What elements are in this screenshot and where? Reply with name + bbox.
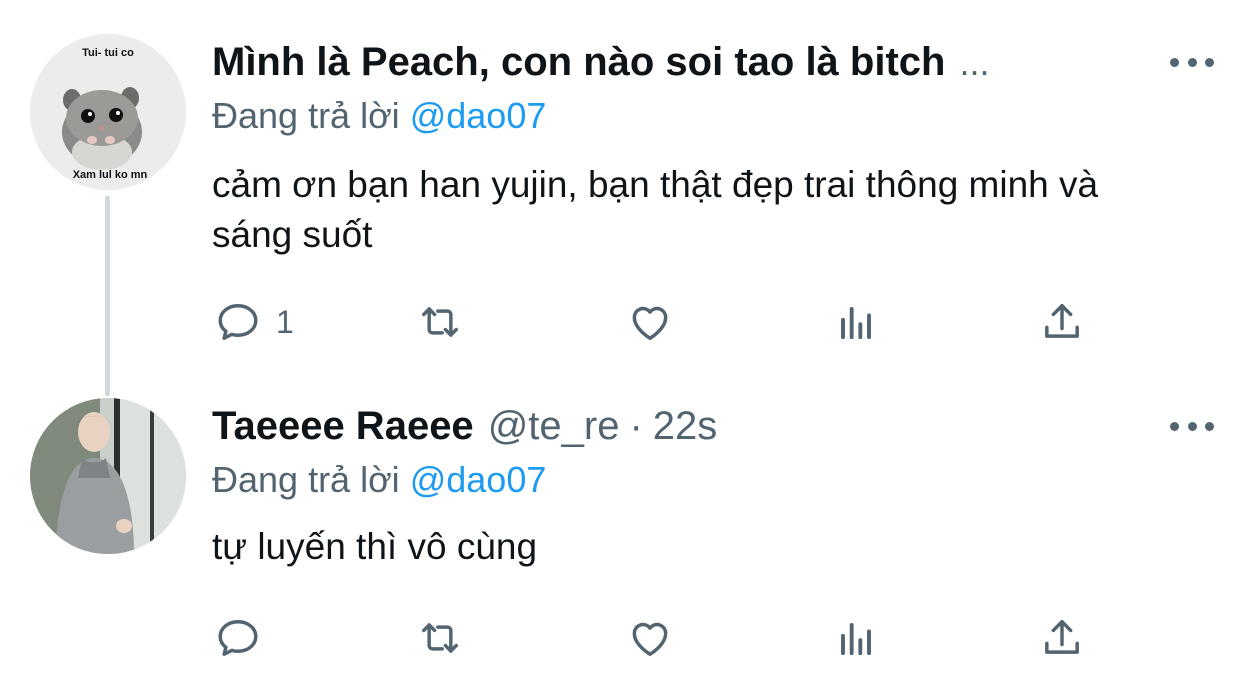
replying-prefix: Đang trả lời — [212, 95, 400, 136]
action-bar: 1 — [212, 294, 1112, 350]
name-truncation: ... — [959, 42, 990, 83]
avatar[interactable]: Tui- tui co Xam lul ko mn — [30, 34, 186, 190]
retweet-button[interactable] — [414, 294, 466, 350]
more-dots-icon — [1170, 57, 1179, 67]
reply-bubble-icon — [218, 620, 258, 656]
thread-connector-line — [105, 196, 110, 396]
person-avatar-image — [30, 398, 186, 554]
replying-to: Đang trả lời @dao07 — [212, 458, 546, 502]
share-upload-icon — [1045, 620, 1079, 654]
display-name[interactable]: Taeeee Raeee — [212, 402, 474, 450]
analytics-bars-icon — [841, 623, 871, 656]
avatar[interactable] — [30, 398, 186, 554]
share-button[interactable] — [1036, 610, 1088, 666]
reply-bubble-icon — [218, 304, 258, 340]
share-upload-icon — [1045, 304, 1079, 338]
replying-to: Đang trả lời @dao07 — [212, 94, 546, 138]
like-button[interactable] — [624, 610, 676, 666]
reply-button[interactable] — [212, 610, 264, 666]
share-button[interactable] — [1036, 294, 1088, 350]
avatar-caption-bottom: Xam lul ko mn — [73, 169, 148, 181]
tweet-text: cảm ơn bạn han yujin, bạn thật đẹp trai … — [212, 164, 1099, 255]
retweet-icon — [422, 307, 458, 337]
like-button[interactable] — [624, 294, 676, 350]
replying-prefix: Đang trả lời — [212, 459, 400, 500]
analytics-button[interactable] — [830, 610, 882, 666]
mention-link[interactable]: @dao07 — [410, 459, 547, 500]
retweet-button[interactable] — [414, 610, 466, 666]
retweet-icon — [422, 623, 458, 653]
tweet-header: Taeeee Raeee @te_re · 22s — [212, 402, 717, 450]
tweet-header: Mình là Peach, con nào soi tao là bitch … — [212, 38, 989, 87]
more-options-button[interactable] — [1170, 416, 1214, 436]
analytics-bars-icon — [841, 307, 871, 340]
hamster-avatar-image: Tui- tui co Xam lul ko mn — [30, 34, 186, 190]
analytics-button[interactable] — [830, 294, 882, 350]
mention-link[interactable]: @dao07 — [410, 95, 547, 136]
user-handle[interactable]: @te_re — [488, 402, 620, 450]
heart-icon — [632, 306, 668, 340]
avatar-caption-top: Tui- tui co — [82, 47, 134, 59]
tweet-text: tự luyến thì vô cùng — [212, 526, 538, 567]
timestamp[interactable]: 22s — [653, 402, 718, 450]
action-bar — [212, 610, 1112, 666]
more-dots-icon — [1170, 421, 1179, 431]
tweet-1[interactable]: Tui- tui co Xam lul ko mn Mình là Peach,… — [0, 0, 1242, 396]
reply-button[interactable]: 1 — [212, 294, 294, 350]
separator-dot: · — [629, 404, 643, 448]
more-options-button[interactable] — [1170, 52, 1214, 72]
display-name[interactable]: Mình là Peach, con nào soi tao là bitch — [212, 38, 945, 86]
heart-icon — [632, 622, 668, 656]
reply-count: 1 — [276, 303, 294, 340]
tweet-2[interactable]: Taeeee Raeee @te_re · 22s Đang trả lời @… — [0, 388, 1242, 675]
